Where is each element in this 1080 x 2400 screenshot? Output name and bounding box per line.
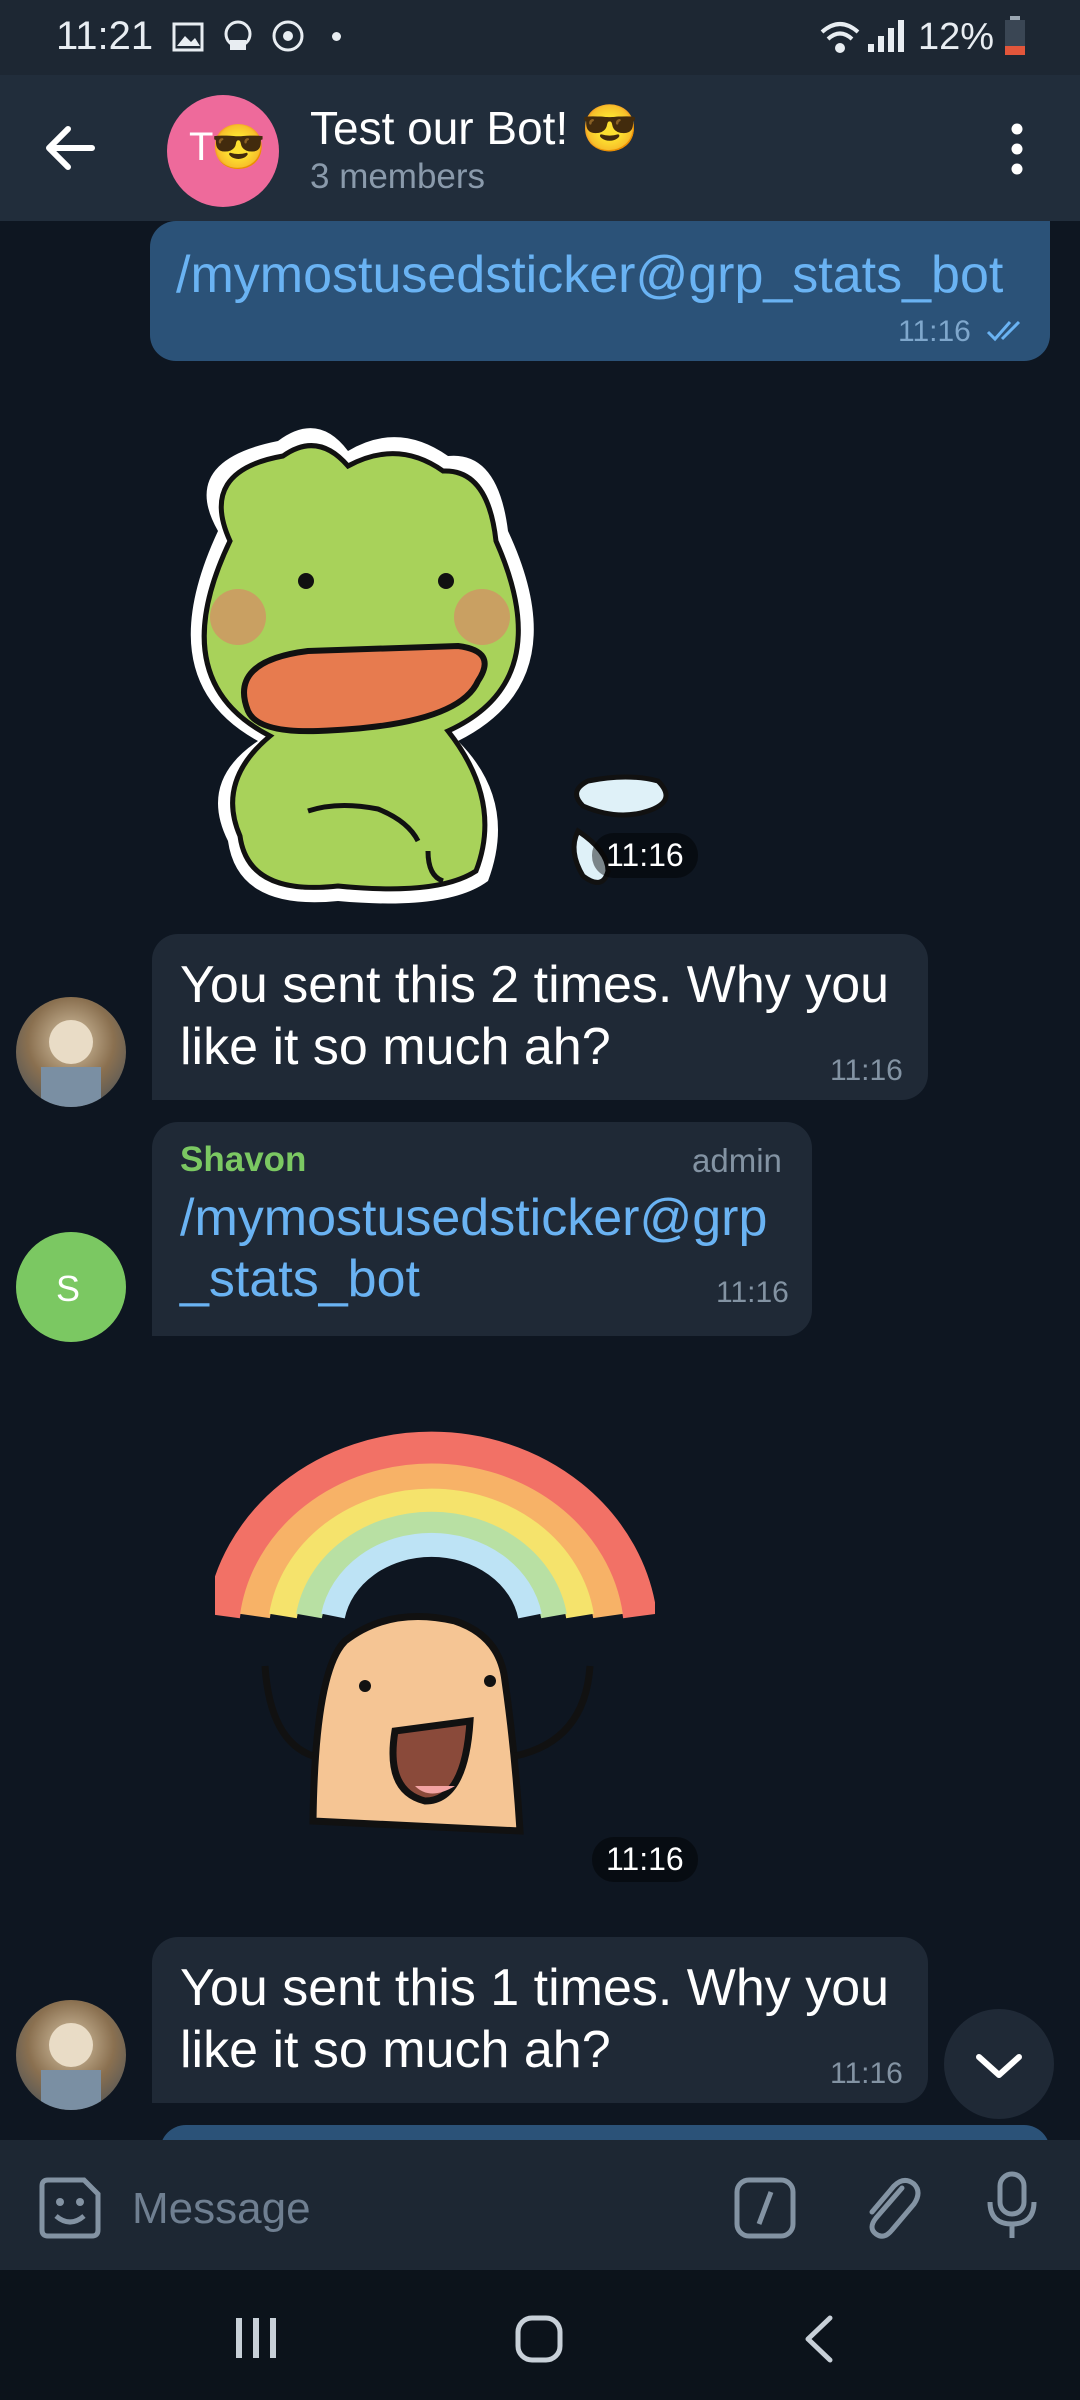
group-avatar[interactable]: T 😎: [167, 95, 279, 207]
scroll-down-button[interactable]: [944, 2009, 1054, 2119]
sticker-time: 11:16: [592, 1837, 698, 1882]
read-checkmarks-icon: [986, 320, 1021, 342]
outgoing-message[interactable]: /mymostusedsticker@grp_stats_bot 11:16: [150, 221, 1050, 361]
chat-area[interactable]: /mymostusedsticker@grp_stats_bot 11:16 1…: [0, 221, 1080, 2141]
group-avatar-letter: T: [189, 125, 214, 169]
recent-apps-icon[interactable]: [234, 2316, 278, 2360]
message-time: 11:16: [898, 315, 971, 348]
more-options-icon[interactable]: [1002, 123, 1032, 175]
battery-icon: [1005, 16, 1025, 55]
bot-commands-icon[interactable]: [733, 2176, 797, 2240]
microphone-icon[interactable]: [984, 2170, 1040, 2242]
attach-icon[interactable]: [858, 2174, 922, 2242]
message-time: 11:16: [716, 1276, 789, 1309]
command-link-line-2[interactable]: _stats_bot: [180, 1249, 420, 1310]
wifi-icon: [820, 22, 860, 53]
sticker-time: 11:16: [592, 833, 698, 878]
message-line-2: like it so much ah?: [180, 2021, 611, 2079]
incoming-message[interactable]: You sent this 1 times. Why you like it s…: [152, 1937, 928, 2103]
message-line-2: like it so much ah?: [180, 1018, 611, 1076]
message-time: 11:16: [830, 1054, 903, 1087]
command-link-line-1[interactable]: /mymostusedsticker@grp: [180, 1188, 767, 1249]
message-time: 11:16: [830, 2057, 903, 2090]
chevron-down-icon: [976, 2054, 1022, 2078]
incoming-message-shavon[interactable]: Shavon admin /mymostusedsticker@grp _sta…: [152, 1122, 812, 1336]
status-time: 11:21: [56, 14, 154, 58]
command-link[interactable]: /mymostusedsticker@grp_stats_bot: [176, 245, 1003, 306]
message-composer: Message: [0, 2140, 1080, 2270]
system-nav-bar: [0, 2270, 1080, 2400]
bot-avatar-image: [41, 1020, 101, 1107]
home-icon[interactable]: [514, 2314, 564, 2364]
more-notifications-dot: [332, 32, 341, 41]
bot-avatar-image: [41, 2023, 101, 2110]
bot-avatar[interactable]: [16, 2000, 126, 2110]
back-nav-icon[interactable]: [800, 2314, 836, 2364]
message-line-1: You sent this 1 times. Why you: [180, 1959, 890, 2017]
incoming-message[interactable]: You sent this 2 times. Why you like it s…: [152, 934, 928, 1100]
sender-name[interactable]: Shavon: [180, 1140, 306, 1180]
sender-avatar-shavon[interactable]: S: [16, 1232, 126, 1342]
outgoing-message-partial[interactable]: [160, 2125, 1050, 2141]
rainbow-sticker[interactable]: [215, 1421, 655, 1861]
battery-percent: 12%: [918, 16, 995, 58]
chat-header: T 😎 Test our Bot! 😎 3 members: [0, 75, 1080, 221]
member-count: 3 members: [310, 157, 486, 196]
status-bar: 11:21 12%: [0, 0, 1080, 75]
group-avatar-emoji: 😎: [211, 123, 266, 172]
app-notification-icon: [224, 20, 252, 50]
signal-icon: [868, 20, 904, 52]
back-arrow-icon[interactable]: [44, 125, 96, 171]
admin-badge: admin: [692, 1142, 782, 1179]
gallery-notification-icon: [172, 22, 204, 52]
message-line-1: You sent this 2 times. Why you: [180, 956, 890, 1014]
bot-avatar[interactable]: [16, 997, 126, 1107]
sticker-emoji-icon[interactable]: [38, 2176, 102, 2240]
sync-notification-icon: [272, 20, 304, 52]
chat-title[interactable]: Test our Bot! 😎: [310, 101, 638, 156]
message-input[interactable]: Message: [132, 2184, 311, 2234]
avatar-letter: S: [56, 1268, 81, 1309]
